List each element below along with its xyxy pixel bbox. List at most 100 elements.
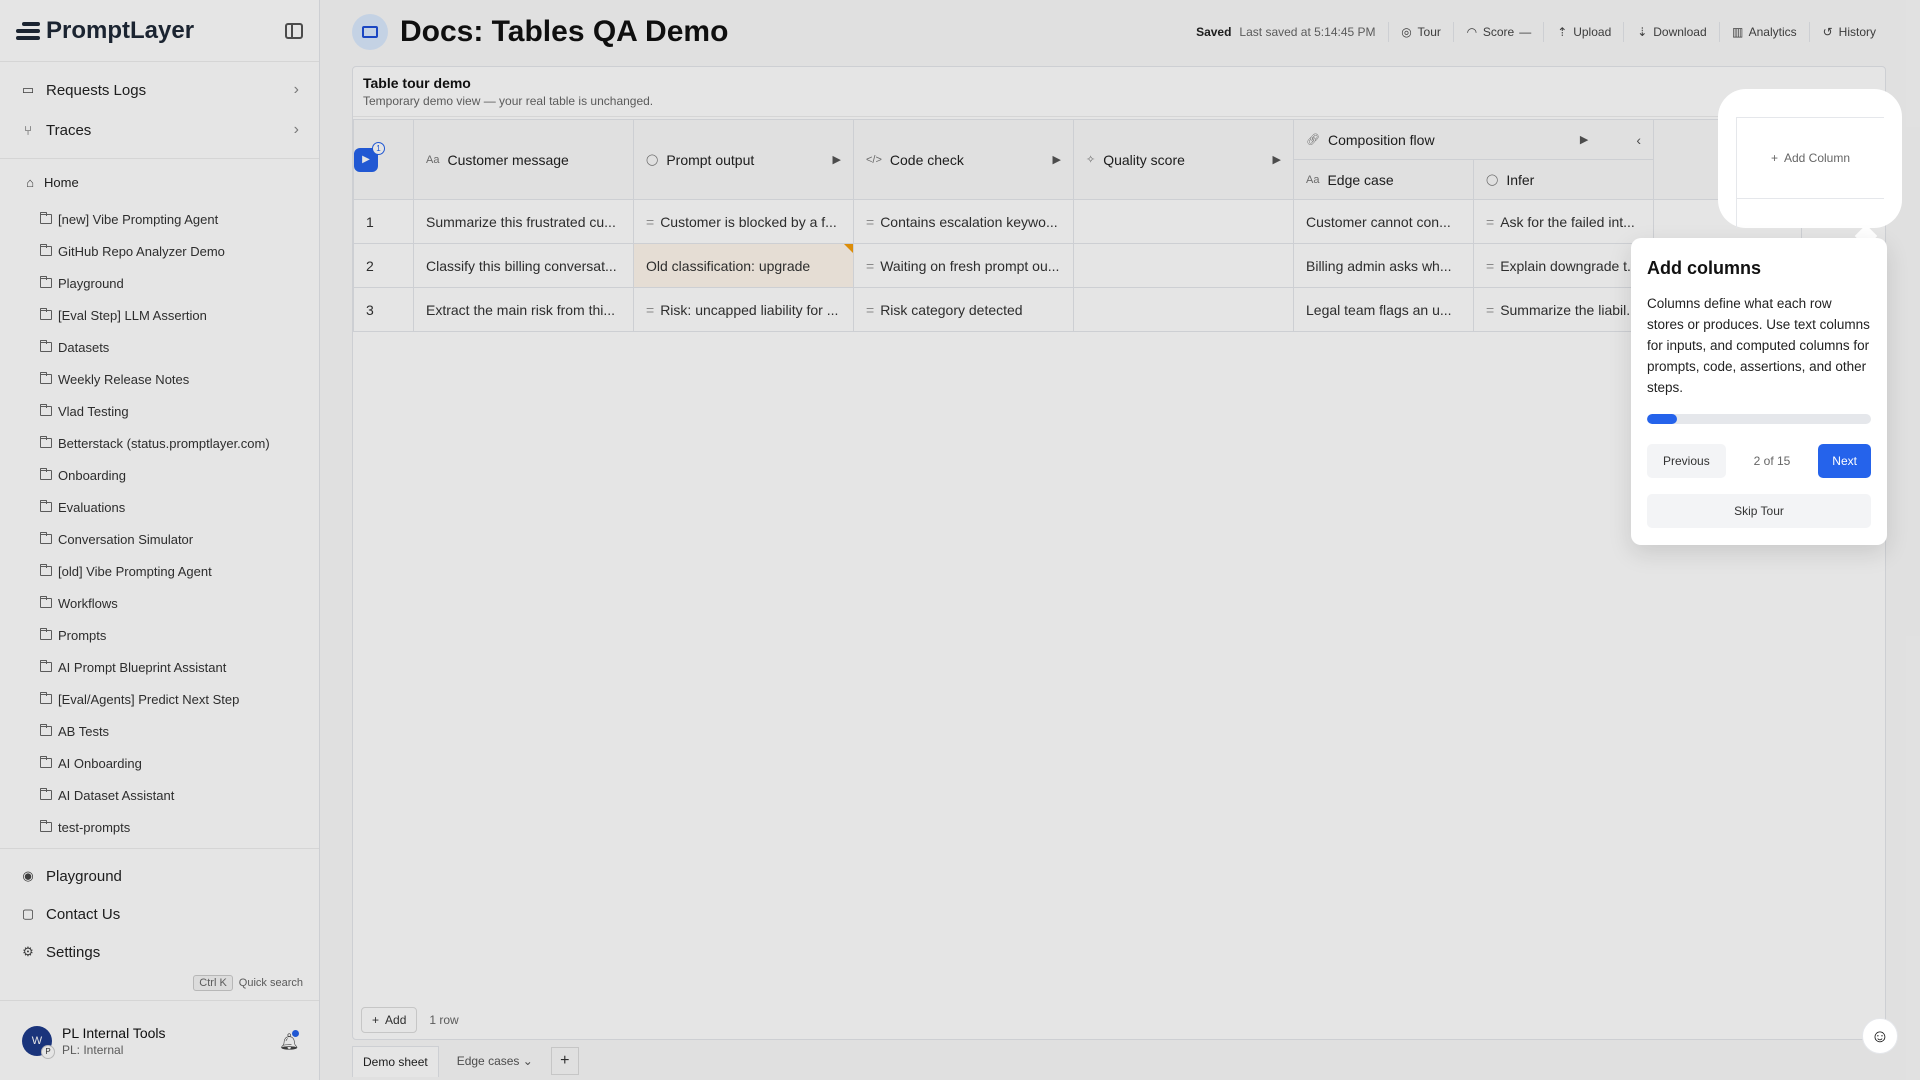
folder-item[interactable]: AI Dataset Assistant [22, 779, 303, 811]
cell-customer-message[interactable]: Classify this billing conversat... [413, 243, 634, 288]
folder-icon [40, 308, 52, 320]
play-circle-icon: ◉ [22, 868, 34, 883]
add-sheet-button[interactable]: + [550, 1047, 579, 1075]
folder-item[interactable]: test-prompts [22, 811, 303, 843]
column-header-prompt-output[interactable]: ◯ Prompt output ▶ [633, 119, 854, 200]
sheet-tab-edge-cases[interactable]: Edge cases ⌄ [447, 1046, 543, 1076]
cell-code-check[interactable]: = Waiting on fresh prompt ou... [853, 243, 1074, 288]
folder-item[interactable]: AI Onboarding [22, 747, 303, 779]
folder-item[interactable]: Prompts [22, 619, 303, 651]
column-header-quality-score[interactable]: ✧ Quality score ▶ [1073, 119, 1294, 200]
folder-item[interactable]: [old] Vibe Prompting Agent [22, 555, 303, 587]
cell-code-check[interactable]: = Contains escalation keywo... [853, 199, 1074, 244]
cell-prompt-output[interactable]: = Risk: uncapped liability for ... [633, 287, 854, 332]
add-row-button[interactable]: + Add [361, 1007, 418, 1033]
run-all-button[interactable]: ▶ 1 [354, 141, 385, 172]
column-header-code-check[interactable]: </> Code check ▶ [853, 119, 1074, 200]
sheet-tab-demo-sheet[interactable]: Demo sheet [352, 1045, 439, 1077]
folder-item[interactable]: Weekly Release Notes [22, 363, 303, 395]
score-button[interactable]: ◠ Score — [1452, 22, 1543, 42]
row-number: 1 [353, 199, 414, 244]
cell-customer-message[interactable]: Extract the main risk from thi... [413, 287, 634, 332]
folder-item[interactable]: Onboarding [22, 459, 303, 491]
cell-edge-case[interactable]: Billing admin asks wh... [1293, 243, 1474, 288]
folder-item[interactable]: Datasets [22, 331, 303, 363]
folder-icon [40, 436, 52, 448]
tour-button[interactable]: ◎ Tour [1387, 22, 1453, 42]
sidebar-item-requests-logs[interactable]: ▭ Requests Logs › [10, 70, 309, 110]
column-header-infer[interactable]: ◯ Infer [1473, 159, 1654, 200]
cell-quality-score[interactable] [1073, 287, 1294, 332]
add-column-button[interactable]: + Add Column [1736, 117, 1884, 199]
user-row[interactable]: W P PL Internal Tools PL: Internal 🔔︎ [0, 1000, 319, 1080]
cell-quality-score[interactable] [1073, 199, 1294, 244]
folder-icon [40, 724, 52, 736]
folder-item[interactable]: Betterstack (status.promptlayer.com) [22, 427, 303, 459]
download-button[interactable]: ⇣ Download [1623, 22, 1718, 42]
previous-button[interactable]: Previous [1647, 444, 1726, 478]
folder-item[interactable]: Workflows [22, 587, 303, 619]
brand-logo[interactable]: PromptLayer [16, 17, 194, 45]
folder-item[interactable]: Playground [22, 267, 303, 299]
header-actions: Saved Last saved at 5:14:45 PM ◎ Tour ◠ Sc… [1196, 22, 1888, 42]
quick-search[interactable]: Ctrl K Quick search [0, 971, 319, 995]
cell-edge-case[interactable]: Legal team flags an u... [1293, 287, 1474, 332]
folder-item[interactable]: [new] Vibe Prompting Agent [22, 203, 303, 235]
folder-item[interactable]: AB Tests [22, 715, 303, 747]
folder-item[interactable]: Evaluations [22, 491, 303, 523]
run-column-icon[interactable]: ▶ [1580, 133, 1588, 146]
folder-icon [40, 820, 52, 832]
sidebar-item-contact-us[interactable]: ▢ Contact Us [10, 895, 309, 933]
cell-infer[interactable]: = Summarize the liabil... [1473, 287, 1654, 332]
cell-prompt-output[interactable]: = Customer is blocked by a f... [633, 199, 854, 244]
page-title: Docs: Tables QA Demo [400, 15, 729, 48]
table-icon [352, 14, 388, 50]
sidebar-item-settings[interactable]: ⚙ Settings [10, 933, 309, 971]
cell-prompt-output-stale[interactable]: Old classification: upgrade [633, 243, 854, 288]
row-number: 2 [353, 243, 414, 288]
analytics-button[interactable]: ▥ Analytics [1718, 22, 1809, 42]
column-header-edge-case[interactable]: Aa Edge case [1293, 159, 1474, 200]
run-column-icon[interactable]: ▶ [1053, 153, 1061, 166]
folder-icon [40, 596, 52, 608]
sidebar-item-playground[interactable]: ◉ Playground [10, 857, 309, 895]
sidebar-collapse-icon[interactable] [285, 22, 303, 39]
cell-customer-message[interactable]: Summarize this frustrated cu... [413, 199, 634, 244]
panel-header: Table tour demo Temporary demo view — yo… [353, 67, 1885, 117]
collapse-group-icon[interactable]: ‹ [1636, 132, 1641, 148]
column-group-composition-flow[interactable]: 🔗︎ Composition flow ▶ ‹ [1293, 119, 1654, 160]
sheet-tabs: Demo sheet Edge cases ⌄ + [352, 1042, 579, 1080]
folder-item[interactable]: [Eval/Agents] Predict Next Step [22, 683, 303, 715]
tour-spotlight: + Add Column [1718, 89, 1902, 228]
table-row: 2 Classify this billing conversat... Old… [353, 243, 1802, 288]
next-button[interactable]: Next [1818, 444, 1871, 478]
tour-progress-bar [1647, 414, 1871, 424]
run-column-icon[interactable]: ▶ [833, 153, 841, 166]
tour-title: Add columns [1647, 258, 1762, 278]
table-footer: + Add 1 row [361, 1007, 459, 1033]
user-org: PL: Internal [62, 1042, 124, 1057]
cell-code-check[interactable]: = Risk category detected [853, 287, 1074, 332]
folder-item[interactable]: [Eval Step] LLM Assertion [22, 299, 303, 331]
avatar: W P [22, 1025, 55, 1059]
upload-icon: ⇡ [1557, 25, 1568, 39]
cell-quality-score[interactable] [1073, 243, 1294, 288]
folder-item[interactable]: Conversation Simulator [22, 523, 303, 555]
branch-icon: ⑂ [24, 122, 32, 138]
folder-item[interactable]: Vlad Testing [22, 395, 303, 427]
avatar-org-badge: P [41, 1044, 55, 1059]
upload-button[interactable]: ⇡ Upload [1543, 22, 1623, 42]
sidebar-item-traces[interactable]: ⑂ Traces › [10, 110, 309, 150]
run-column-icon[interactable]: ▶ [1273, 153, 1281, 166]
helper-mascot-icon[interactable]: ☺ [1862, 1018, 1898, 1054]
cell-edge-case[interactable]: Customer cannot con... [1293, 199, 1474, 244]
column-header-customer-message[interactable]: Aa Customer message [413, 119, 634, 200]
skip-tour-button[interactable]: Skip Tour [1647, 494, 1871, 528]
bell-icon[interactable]: 🔔︎ [279, 1029, 299, 1051]
cell-infer[interactable]: = Explain downgrade t... [1473, 243, 1654, 288]
tree-home[interactable]: ⌂ Home [22, 171, 303, 193]
folder-item[interactable]: GitHub Repo Analyzer Demo [22, 235, 303, 267]
history-button[interactable]: ↺ History [1808, 22, 1888, 42]
folder-item[interactable]: AI Prompt Blueprint Assistant [22, 651, 303, 683]
cell-infer[interactable]: = Ask for the failed int... [1473, 199, 1654, 244]
